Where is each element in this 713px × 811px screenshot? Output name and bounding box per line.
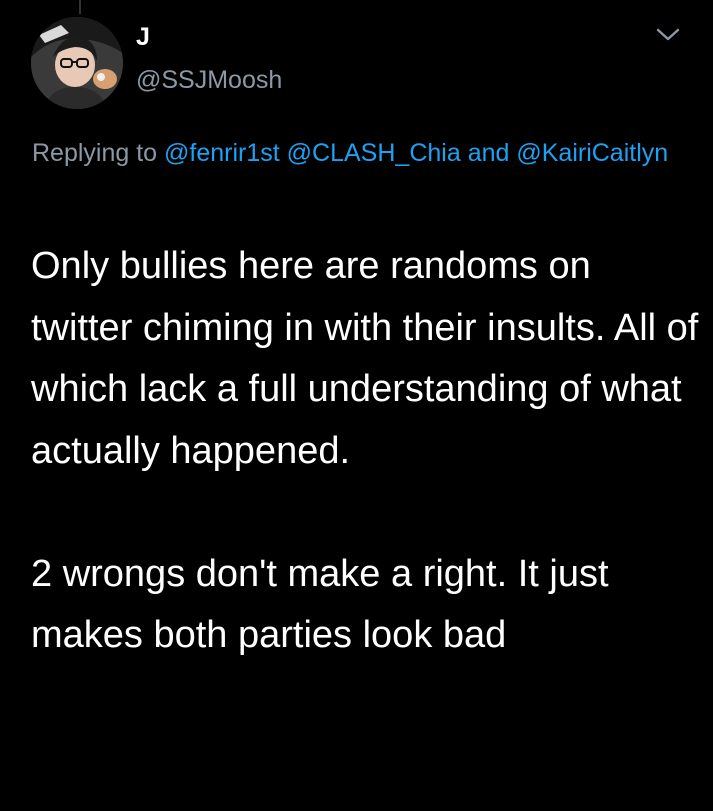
display-name[interactable]: J (136, 22, 150, 52)
replying-to: Replying to @fenrir1st @CLASH_Chia and @… (32, 133, 692, 173)
mention-link[interactable]: @CLASH_Chia (287, 139, 461, 167)
avatar[interactable] (31, 17, 123, 109)
tweet: J @SSJMoosh Replying to @fenrir1st @CLAS… (0, 0, 713, 811)
thread-line (79, 0, 81, 14)
chevron-down-icon[interactable] (654, 24, 682, 44)
mention-link[interactable]: @fenrir1st (164, 139, 280, 167)
tweet-text: Only bullies here are randoms on twitter… (31, 245, 699, 656)
mention-link[interactable]: @KairiCaitlyn (516, 139, 668, 167)
replying-to-label: Replying to (32, 139, 158, 167)
user-handle[interactable]: @SSJMoosh (136, 65, 282, 95)
avatar-icon (31, 17, 123, 109)
mention-conjunction: and (467, 139, 510, 167)
